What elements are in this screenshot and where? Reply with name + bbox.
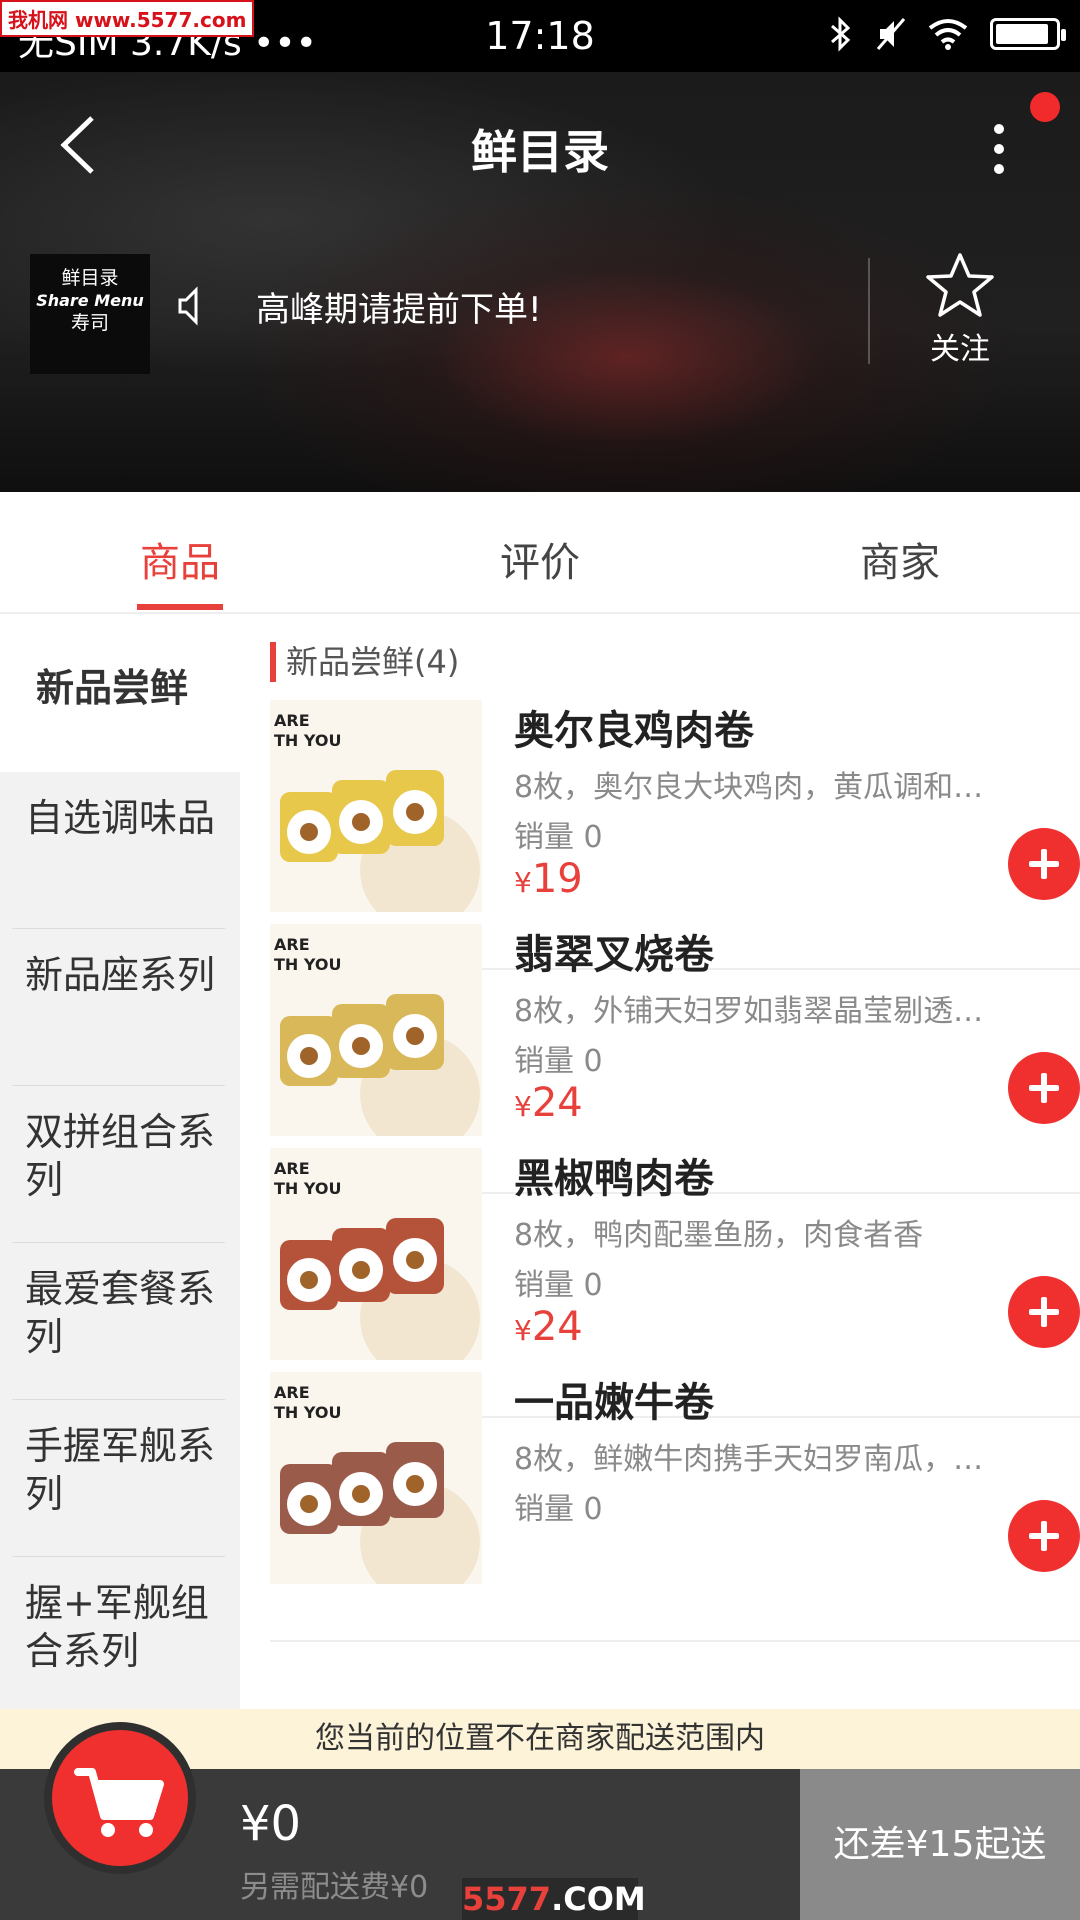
star-icon (926, 253, 994, 317)
status-icons (828, 16, 1066, 52)
category-new[interactable]: 新品尝鲜 (0, 614, 240, 772)
product-description: 8枚，鸭肉配墨鱼肠，肉食者香 (514, 1218, 924, 1253)
product-list: 新品尝鲜(4) ARE TH YOU 奥尔良鸡肉卷 8枚，奥尔良大块鸡肉，黄瓜调和… 销… (240, 614, 1080, 1709)
category-gunkan[interactable]: 手握军舰系列 (0, 1400, 240, 1557)
product-image[interactable]: ARE TH YOU (270, 700, 482, 912)
image-caption: ARE (274, 935, 310, 954)
image-caption: ARE (274, 1383, 310, 1402)
product-sales: 销量 0 (514, 820, 603, 855)
svg-text:TH YOU: TH YOU (274, 731, 341, 750)
checkout-button[interactable]: 还差¥15起送 (800, 1769, 1080, 1920)
tab-reviews[interactable]: 评价 (420, 530, 660, 588)
product-sales: 销量 0 (514, 1044, 603, 1079)
product-image[interactable]: ARE TH YOU (270, 924, 482, 1136)
product-sales: 销量 0 (514, 1268, 603, 1303)
category-set-meal[interactable]: 最爱套餐系列 (0, 1243, 240, 1400)
svg-text:TH YOU: TH YOU (274, 1403, 341, 1422)
watermark-bottom: 5577.COM (462, 1878, 646, 1920)
cart-icon (74, 1768, 164, 1837)
category-combo[interactable]: 双拼组合系列 (0, 1086, 240, 1243)
watermark-top: 我机网 www.5577.com (0, 0, 255, 37)
divider (868, 258, 870, 364)
tab-bar: 商品 评价 商家 (0, 492, 1080, 614)
product-sales: 销量 0 (514, 1492, 603, 1527)
product-image[interactable]: ARE TH YOU (270, 1372, 482, 1584)
category-nigiri-gunkan[interactable]: 握+军舰组合系列 (0, 1557, 240, 1709)
add-to-cart-button[interactable] (1008, 1500, 1080, 1572)
svg-text:TH YOU: TH YOU (274, 955, 341, 974)
product-name: 奥尔良鸡肉卷 (514, 708, 754, 754)
delivery-fee: 另需配送费¥0 (240, 1870, 429, 1905)
product-description: 8枚，奥尔良大块鸡肉，黄瓜调和… (514, 770, 984, 805)
product-name: 一品嫩牛卷 (514, 1380, 714, 1426)
category-new-series[interactable]: 新品座系列 (0, 929, 240, 1086)
product-price: ¥24 (514, 1080, 583, 1126)
cart-button[interactable] (52, 1730, 188, 1866)
cart-total: ¥0 (240, 1796, 302, 1852)
battery-icon (990, 18, 1066, 50)
follow-label: 关注 (930, 332, 990, 367)
speaker-icon (178, 286, 198, 326)
add-to-cart-button[interactable] (1008, 1276, 1080, 1348)
store-logo: 鲜目录 Share Menu 寿司 (30, 254, 150, 374)
more-menu-icon[interactable] (984, 114, 1014, 194)
follow-button[interactable]: 关注 (920, 252, 1000, 368)
wifi-icon (928, 19, 968, 50)
image-caption: ARE (274, 1159, 310, 1178)
store-header: 鲜目录 鲜目录 Share Menu 寿司 高峰期请提前下单! 关注 (0, 72, 1080, 492)
category-sidebar: 新品尝鲜 自选调味品 新品座系列 双拼组合系列 最爱套餐系列 手握军舰系列 握+… (0, 614, 240, 1709)
active-tab-indicator (137, 604, 223, 610)
product-name: 翡翠叉烧卷 (514, 932, 714, 978)
product-description: 8枚，鲜嫩牛肉携手天妇罗南瓜，… (514, 1442, 984, 1477)
section-title: 新品尝鲜(4) (270, 642, 459, 682)
product-image[interactable]: ARE TH YOU (270, 1148, 482, 1360)
tab-products[interactable]: 商品 (60, 530, 300, 588)
product-item[interactable]: ARE TH YOU 一品嫩牛卷 8枚，鲜嫩牛肉携手天妇罗南瓜，… 销量 0 (270, 1368, 1080, 1642)
announcement-text: 高峰期请提前下单! (256, 290, 542, 330)
category-seasoning[interactable]: 自选调味品 (0, 772, 240, 929)
page-title: 鲜目录 (471, 125, 609, 179)
add-to-cart-button[interactable] (1008, 1052, 1080, 1124)
notification-dot (1030, 92, 1060, 122)
bluetooth-icon (831, 16, 851, 52)
image-caption: ARE (274, 711, 310, 730)
product-price: ¥24 (514, 1304, 583, 1350)
tab-merchant[interactable]: 商家 (780, 530, 1020, 588)
mute-icon (876, 18, 906, 50)
product-name: 黑椒鸭肉卷 (514, 1156, 714, 1202)
add-to-cart-button[interactable] (1008, 828, 1080, 900)
svg-text:TH YOU: TH YOU (274, 1179, 341, 1198)
product-price: ¥19 (514, 856, 583, 902)
product-description: 8枚，外铺天妇罗如翡翠晶莹剔透… (514, 994, 984, 1029)
